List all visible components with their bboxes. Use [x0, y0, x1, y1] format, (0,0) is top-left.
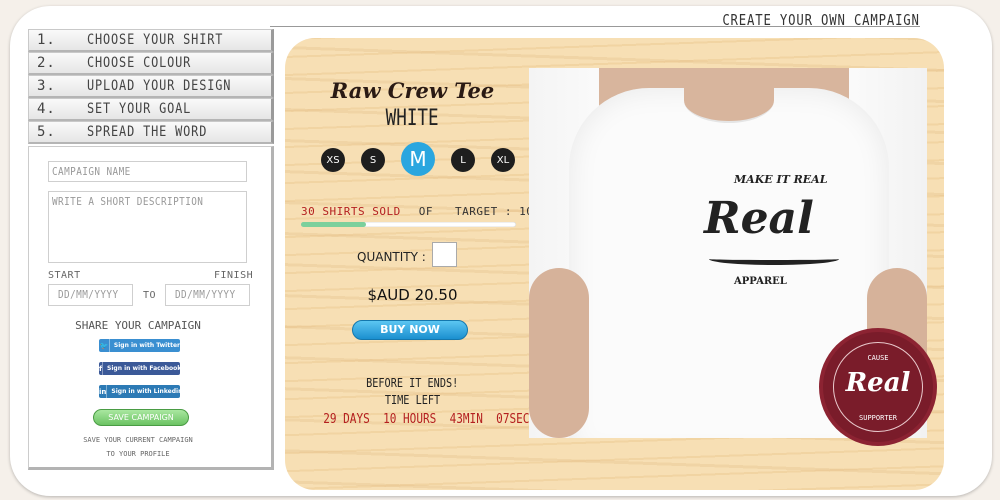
ends-line-1: BEFORE IT ENDS!	[366, 376, 459, 390]
badge-main-text: Real	[845, 368, 911, 398]
campaign-form-panel: CAMPAIGN NAME WRITE A SHORT DESCRIPTION …	[28, 146, 274, 470]
header-divider	[270, 26, 920, 27]
of-text: OF	[418, 205, 433, 218]
product-color-text: WHITE	[385, 106, 439, 131]
ends-line-2: TIME LEFT	[384, 393, 441, 407]
twitter-signin-button[interactable]: 🐦 Sign in with Twitter	[99, 339, 180, 352]
size-selector: XS S M L XL	[321, 142, 531, 176]
finish-date-input[interactable]: DD/MM/YYYY	[165, 284, 250, 306]
step-number: 2.	[37, 55, 56, 71]
save-note-line-1: SAVE YOUR CURRENT CAMPAIGN	[83, 436, 193, 444]
step-choose-shirt[interactable]: 1. CHOOSE YOUR SHIRT	[28, 29, 274, 52]
step-number: 5.	[37, 124, 56, 140]
shirt-logo-top: MAKE IT REAL	[734, 173, 828, 186]
shirt-collar	[684, 78, 774, 123]
step-upload-design[interactable]: 3. UPLOAD YOUR DESIGN	[28, 75, 274, 98]
facebook-signin-button[interactable]: f Sign in with Facebook	[99, 362, 182, 375]
countdown-timer: 29 DAYS 10 HOURS 43MIN 07SEC	[305, 412, 529, 427]
campaign-name-input[interactable]: CAMPAIGN NAME	[48, 161, 247, 182]
size-xl-button[interactable]: XL	[491, 148, 515, 172]
linkedin-icon: in	[99, 385, 108, 398]
step-number: 1.	[37, 32, 56, 48]
shirt-print-logo: MAKE IT REAL Real APPAREL	[694, 158, 844, 308]
step-label: CHOOSE COLOUR	[87, 55, 192, 71]
step-number: 4.	[37, 101, 56, 117]
shirt-logo-swoosh	[709, 253, 839, 265]
sales-progress-fill	[301, 222, 366, 227]
linkedin-signin-button[interactable]: in Sign in with Linkedin	[99, 385, 183, 398]
badge-top-text: CAUSE	[867, 354, 889, 362]
shirts-sold-text: 30 SHIRTS SOLD	[301, 205, 401, 218]
save-note-line-2: TO YOUR PROFILE	[106, 450, 170, 458]
step-label: SPREAD THE WORD	[87, 124, 208, 140]
sales-progress-bar	[301, 222, 516, 227]
size-s-button[interactable]: S	[361, 148, 385, 172]
linkedin-label: Sign in with Linkedin	[111, 388, 183, 395]
share-title: SHARE YOUR CAMPAIGN	[75, 319, 201, 332]
model-left-arm	[529, 268, 589, 438]
size-xs-button[interactable]: XS	[321, 148, 345, 172]
facebook-label: Sign in with Facebook	[107, 365, 182, 372]
description-textarea[interactable]: WRITE A SHORT DESCRIPTION	[48, 191, 247, 263]
shirt-logo-bottom: APPAREL	[734, 276, 787, 287]
save-note: SAVE YOUR CURRENT CAMPAIGN TO YOUR PROFI…	[29, 433, 247, 461]
badge-bottom-text: SUPPORTER	[859, 414, 897, 422]
to-label: TO	[143, 290, 157, 301]
campaign-name-placeholder: CAMPAIGN NAME	[52, 165, 131, 178]
quantity-input[interactable]	[432, 242, 457, 267]
step-spread-word[interactable]: 5. SPREAD THE WORD	[28, 121, 274, 144]
target-text: TARGET : 100	[454, 205, 541, 218]
price: $AUD 20.50	[367, 286, 458, 304]
step-choose-colour[interactable]: 2. CHOOSE COLOUR	[28, 52, 274, 75]
start-date-input[interactable]: DD/MM/YYYY	[48, 284, 133, 306]
twitter-label: Sign in with Twitter	[113, 342, 180, 349]
description-placeholder: WRITE A SHORT DESCRIPTION	[52, 195, 204, 208]
countdown-timer-text: 29 DAYS 10 HOURS 43MIN 07SEC	[323, 412, 530, 427]
step-nav: 1. CHOOSE YOUR SHIRT 2. CHOOSE COLOUR 3.…	[28, 29, 274, 144]
quantity-label: QUANTITY :	[357, 250, 426, 264]
step-number: 3.	[37, 78, 56, 94]
product-color: WHITE	[305, 106, 520, 131]
finish-date-placeholder: DD/MM/YYYY	[174, 288, 236, 301]
start-label: START	[48, 270, 81, 281]
start-date-placeholder: DD/MM/YYYY	[57, 288, 119, 301]
size-m-button[interactable]: M	[401, 142, 435, 176]
shirt-logo-main: Real	[704, 193, 814, 244]
step-label: UPLOAD YOUR DESIGN	[87, 78, 232, 94]
step-set-goal[interactable]: 4. SET YOUR GOAL	[28, 98, 274, 121]
save-campaign-button[interactable]: SAVE CAMPAIGN	[93, 409, 189, 426]
product-panel: Raw Crew Tee WHITE XS S M L XL 30 SHIRTS…	[285, 38, 944, 490]
cause-supporter-badge: CAUSE Real SUPPORTER	[823, 332, 933, 442]
finish-label: FINISH	[214, 270, 254, 281]
product-name: Raw Crew Tee	[330, 78, 495, 103]
buy-now-button[interactable]: BUY NOW	[352, 320, 468, 340]
twitter-icon: 🐦	[99, 339, 110, 352]
step-label: CHOOSE YOUR SHIRT	[87, 32, 224, 48]
step-label: SET YOUR GOAL	[87, 101, 192, 117]
size-l-button[interactable]: L	[451, 148, 475, 172]
sales-status: 30 SHIRTS SOLD OF TARGET : 100	[301, 205, 540, 218]
countdown-heading: BEFORE IT ENDS! TIME LEFT	[305, 375, 520, 409]
